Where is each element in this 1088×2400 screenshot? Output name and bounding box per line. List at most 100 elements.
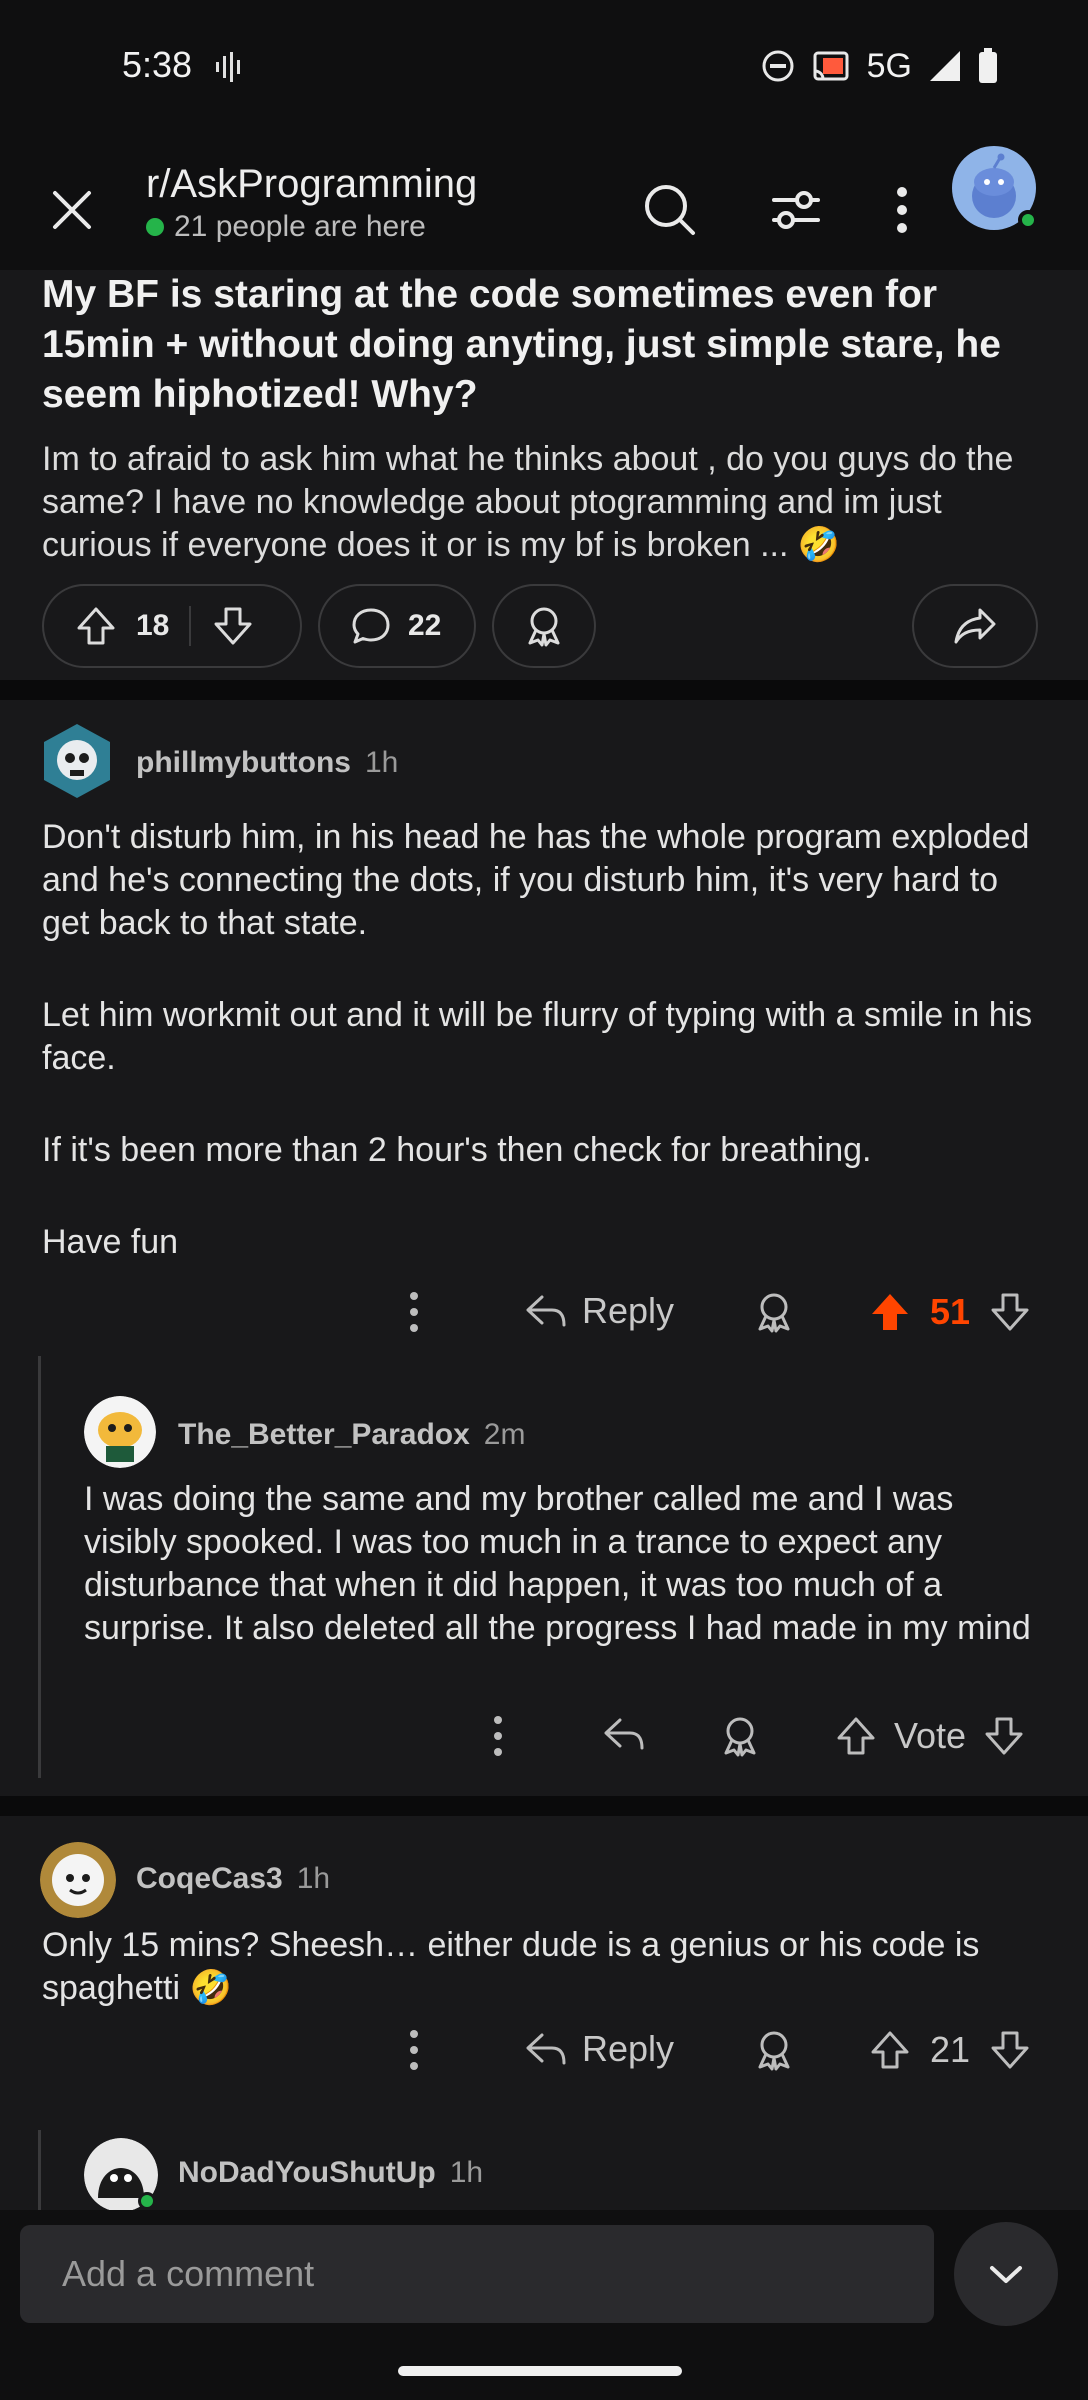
comment-more-button[interactable]	[406, 2028, 422, 2072]
subreddit-header: r/AskProgramming 21 people are here	[0, 140, 1088, 276]
comment-author-row: CoqeCas3 1h	[136, 1862, 330, 1896]
reply-button[interactable]: Reply	[524, 2028, 674, 2070]
upvote-filled-icon[interactable]	[868, 1290, 912, 1334]
award-button[interactable]	[492, 584, 596, 668]
comment-author-row: NoDadYouShutUp 1h	[178, 2156, 483, 2190]
comment-paragraph: Let him workmit out and it will be flurr…	[42, 996, 1033, 1077]
signal-icon	[930, 51, 960, 81]
online-status-dot	[1018, 210, 1038, 230]
post-title[interactable]: My BF is staring at the code sometimes e…	[42, 270, 1042, 420]
reply-icon	[526, 1295, 566, 1327]
thread-line	[38, 2130, 41, 2210]
comment-paragraph: Have fun	[42, 1223, 179, 1261]
more-vertical-icon	[897, 187, 907, 233]
comment-composer: Add a comment	[0, 2210, 1088, 2400]
comment-vote-group: 21	[868, 2028, 1032, 2072]
more-options-button[interactable]	[866, 174, 938, 246]
post-score: 18	[136, 609, 170, 642]
lion-avatar-icon	[40, 1842, 116, 1918]
comment-author[interactable]: phillmybuttons	[136, 746, 351, 780]
search-icon	[645, 185, 695, 235]
post-card: My BF is staring at the code sometimes e…	[0, 270, 1088, 680]
comments-section: phillmybuttons 1h Don't disturb him, in …	[0, 700, 1088, 2220]
comment-time: 2m	[483, 1418, 526, 1451]
comment-author[interactable]: The_Better_Paradox	[178, 1418, 470, 1452]
status-bar: 5:38 5G	[0, 0, 1088, 140]
vote-label: Vote	[894, 1715, 967, 1756]
comment-body: I was doing the same and my brother call…	[84, 1480, 1031, 1647]
comment-body: Only 15 mins? Sheesh… either dude is a g…	[42, 1926, 980, 2007]
award-icon	[758, 2031, 790, 2071]
post-body: Im to afraid to ask him what he thinks a…	[42, 440, 1014, 564]
close-button[interactable]	[42, 180, 102, 240]
vote-pill: 18	[42, 584, 302, 668]
more-vertical-icon	[494, 1716, 502, 1756]
section-divider	[0, 1796, 1088, 1816]
reply-icon	[604, 1718, 644, 1750]
status-icons: 5G	[761, 46, 998, 86]
subreddit-name[interactable]: r/AskProgramming	[146, 162, 477, 207]
scroll-down-button[interactable]	[954, 2222, 1058, 2326]
skull-avatar-icon	[44, 724, 110, 798]
share-button[interactable]	[912, 584, 1038, 668]
section-divider	[0, 680, 1088, 702]
downvote-icon[interactable]	[982, 1714, 1026, 1758]
comment-more-button[interactable]	[406, 1290, 422, 1334]
upvote-icon[interactable]	[868, 2028, 912, 2072]
comment-vote-group: 51	[868, 1290, 1032, 1334]
downvote-icon[interactable]	[988, 1290, 1032, 1334]
downvote-icon[interactable]	[211, 604, 255, 648]
more-vertical-icon	[410, 2030, 418, 2070]
reply-label: Reply	[582, 2028, 675, 2069]
comment-paragraph: Don't disturb him, in his head he has th…	[42, 818, 1030, 942]
comments-button[interactable]: 22	[318, 584, 476, 668]
filter-button[interactable]	[760, 174, 832, 246]
comment-vote-group: Vote	[834, 1714, 1026, 1758]
online-count: 21 people are here	[146, 210, 426, 244]
award-icon	[758, 1293, 790, 1333]
search-button[interactable]	[634, 174, 706, 246]
avatar[interactable]	[84, 1396, 156, 1468]
comment-body: Don't disturb him, in his head he has th…	[42, 816, 1052, 1313]
online-text: 21 people are here	[174, 210, 426, 243]
share-icon	[954, 608, 996, 644]
award-button[interactable]	[752, 1290, 796, 1334]
user-avatar[interactable]	[952, 146, 1040, 234]
upvote-icon[interactable]	[74, 604, 118, 648]
award-icon	[724, 1717, 756, 1757]
comment-time: 1h	[364, 746, 399, 779]
reply-label: Reply	[582, 1290, 675, 1331]
comment-input[interactable]: Add a comment	[20, 2225, 934, 2323]
downvote-icon[interactable]	[988, 2028, 1032, 2072]
vote-divider	[189, 606, 192, 646]
battery-icon	[979, 48, 997, 83]
comment-author[interactable]: NoDadYouShutUp	[178, 2156, 436, 2190]
reply-button[interactable]: Reply	[524, 1290, 674, 1332]
award-button[interactable]	[718, 1714, 762, 1758]
cast-icon	[813, 51, 849, 81]
comment-more-button[interactable]	[490, 1714, 506, 1758]
avatar[interactable]	[38, 722, 116, 800]
reply-button[interactable]	[602, 1714, 646, 1754]
award-icon	[528, 607, 560, 647]
home-indicator[interactable]	[398, 2366, 682, 2376]
comment-author[interactable]: CoqeCas3	[136, 1862, 283, 1896]
comment-time: 1h	[296, 1862, 331, 1895]
do-not-disturb-icon	[762, 50, 794, 82]
tiger-avatar-icon	[84, 1396, 156, 1468]
status-time: 5:38	[122, 44, 193, 85]
comment-count: 22	[408, 609, 442, 642]
chevron-down-icon	[990, 2266, 1022, 2283]
online-status-dot	[138, 2192, 156, 2210]
comment-time: 1h	[449, 2156, 484, 2189]
avatar[interactable]	[84, 2138, 158, 2212]
comment-score: 21	[930, 2029, 971, 2070]
voice-activity-icon	[216, 52, 240, 82]
award-button[interactable]	[752, 2028, 796, 2072]
filter-icon	[772, 191, 820, 229]
more-vertical-icon	[410, 1292, 418, 1332]
upvote-icon[interactable]	[834, 1714, 878, 1758]
avatar[interactable]	[40, 1842, 116, 1918]
comment-paragraph: If it's been more than 2 hour's then che…	[42, 1131, 872, 1169]
comment-author-row: phillmybuttons 1h	[136, 746, 398, 780]
